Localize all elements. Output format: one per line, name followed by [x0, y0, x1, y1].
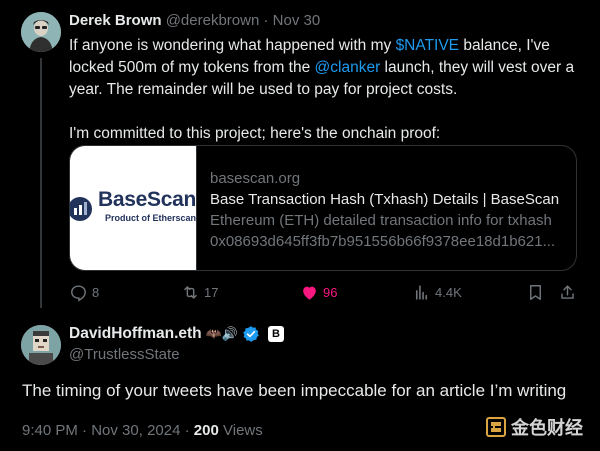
share-icon: [561, 285, 574, 299]
thread-line: [40, 58, 42, 308]
tweet1-handle[interactable]: @derekbrown: [166, 12, 260, 29]
card-domain: basescan.org: [210, 170, 301, 187]
name-emoji: 🦇🔊: [205, 326, 238, 341]
tweet1-display-name[interactable]: Derek Brown: [69, 12, 162, 29]
separator-dot: ·: [82, 422, 88, 439]
like-count: 96: [323, 285, 338, 300]
views-button[interactable]: 4.4K: [412, 283, 462, 302]
affiliate-badge[interactable]: B: [268, 326, 284, 342]
card-logo-text: BaseScan: [98, 188, 196, 211]
bookmark-icon: [530, 285, 541, 300]
bookmark-button[interactable]: [526, 283, 545, 302]
card-title: Base Transaction Hash (Txhash) Details |…: [210, 191, 560, 208]
separator-dot: ·: [184, 422, 190, 439]
tweet2-header: DavidHoffman.eth 🦇🔊 B: [69, 325, 284, 343]
verified-badge-icon[interactable]: [242, 325, 260, 343]
watermark-text: 金色财经: [511, 418, 583, 438]
jinse-logo-icon: [486, 417, 506, 437]
card-text: basescan.org Base Transaction Hash (Txha…: [210, 168, 565, 252]
tweet2-date[interactable]: Nov 30, 2024: [91, 422, 180, 439]
tweet2-handle[interactable]: @TrustlessState: [69, 346, 180, 363]
tweet1-header: Derek Brown @derekbrown · Nov 30: [69, 12, 320, 29]
tweet2-meta: 9:40 PM · Nov 30, 2024 · 200 Views: [22, 422, 263, 439]
tweet1-actions: 8 17 96 4.4K: [69, 283, 579, 305]
avatar-derek[interactable]: [21, 12, 61, 52]
watermark: 金色财经: [486, 414, 583, 440]
tweet2-time[interactable]: 9:40 PM: [22, 422, 78, 439]
tweet1-text: If anyone is wondering what happened wit…: [69, 35, 584, 145]
tweet2-display-name[interactable]: DavidHoffman.eth: [69, 325, 202, 343]
views-count: 4.4K: [435, 285, 462, 300]
repost-icon: [184, 286, 197, 299]
tweet2-views-label: Views: [223, 422, 263, 439]
link-preview-card[interactable]: BaseScan Product of Etherscan basescan.o…: [69, 145, 577, 271]
views-chart-icon: [415, 285, 428, 300]
card-hash: 0x08693d645ff3fb7b951556b66f9378ee18d1b6…: [210, 233, 556, 250]
tweet1-date[interactable]: Nov 30: [273, 12, 321, 29]
reply-count: 8: [92, 285, 100, 300]
cashtag-link[interactable]: $NATIVE: [396, 37, 459, 54]
repost-count: 17: [204, 285, 219, 300]
text-part: If anyone is wondering what happened wit…: [69, 37, 396, 54]
repost-button[interactable]: 17: [181, 283, 218, 302]
basescan-logo-icon: [70, 197, 92, 221]
mention-link[interactable]: @clanker: [315, 59, 381, 76]
card-description: Ethereum (ETH) detailed transaction info…: [210, 212, 552, 229]
like-button[interactable]: 96: [300, 283, 337, 302]
card-logo-subtext: Product of Etherscan: [105, 213, 197, 223]
reply-button[interactable]: 8: [69, 283, 99, 302]
text-paragraph: I'm committed to this project; here's th…: [69, 125, 441, 142]
avatar-davidhoffman[interactable]: [21, 325, 61, 365]
separator-dot: ·: [263, 12, 269, 29]
card-thumbnail: BaseScan Product of Etherscan: [70, 146, 197, 270]
heart-filled-icon: [303, 286, 316, 300]
tweet2-text: The timing of your tweets have been impe…: [22, 381, 567, 400]
tweet2-views-count: 200: [193, 422, 219, 439]
reply-icon: [71, 285, 86, 302]
share-button[interactable]: [558, 283, 577, 302]
